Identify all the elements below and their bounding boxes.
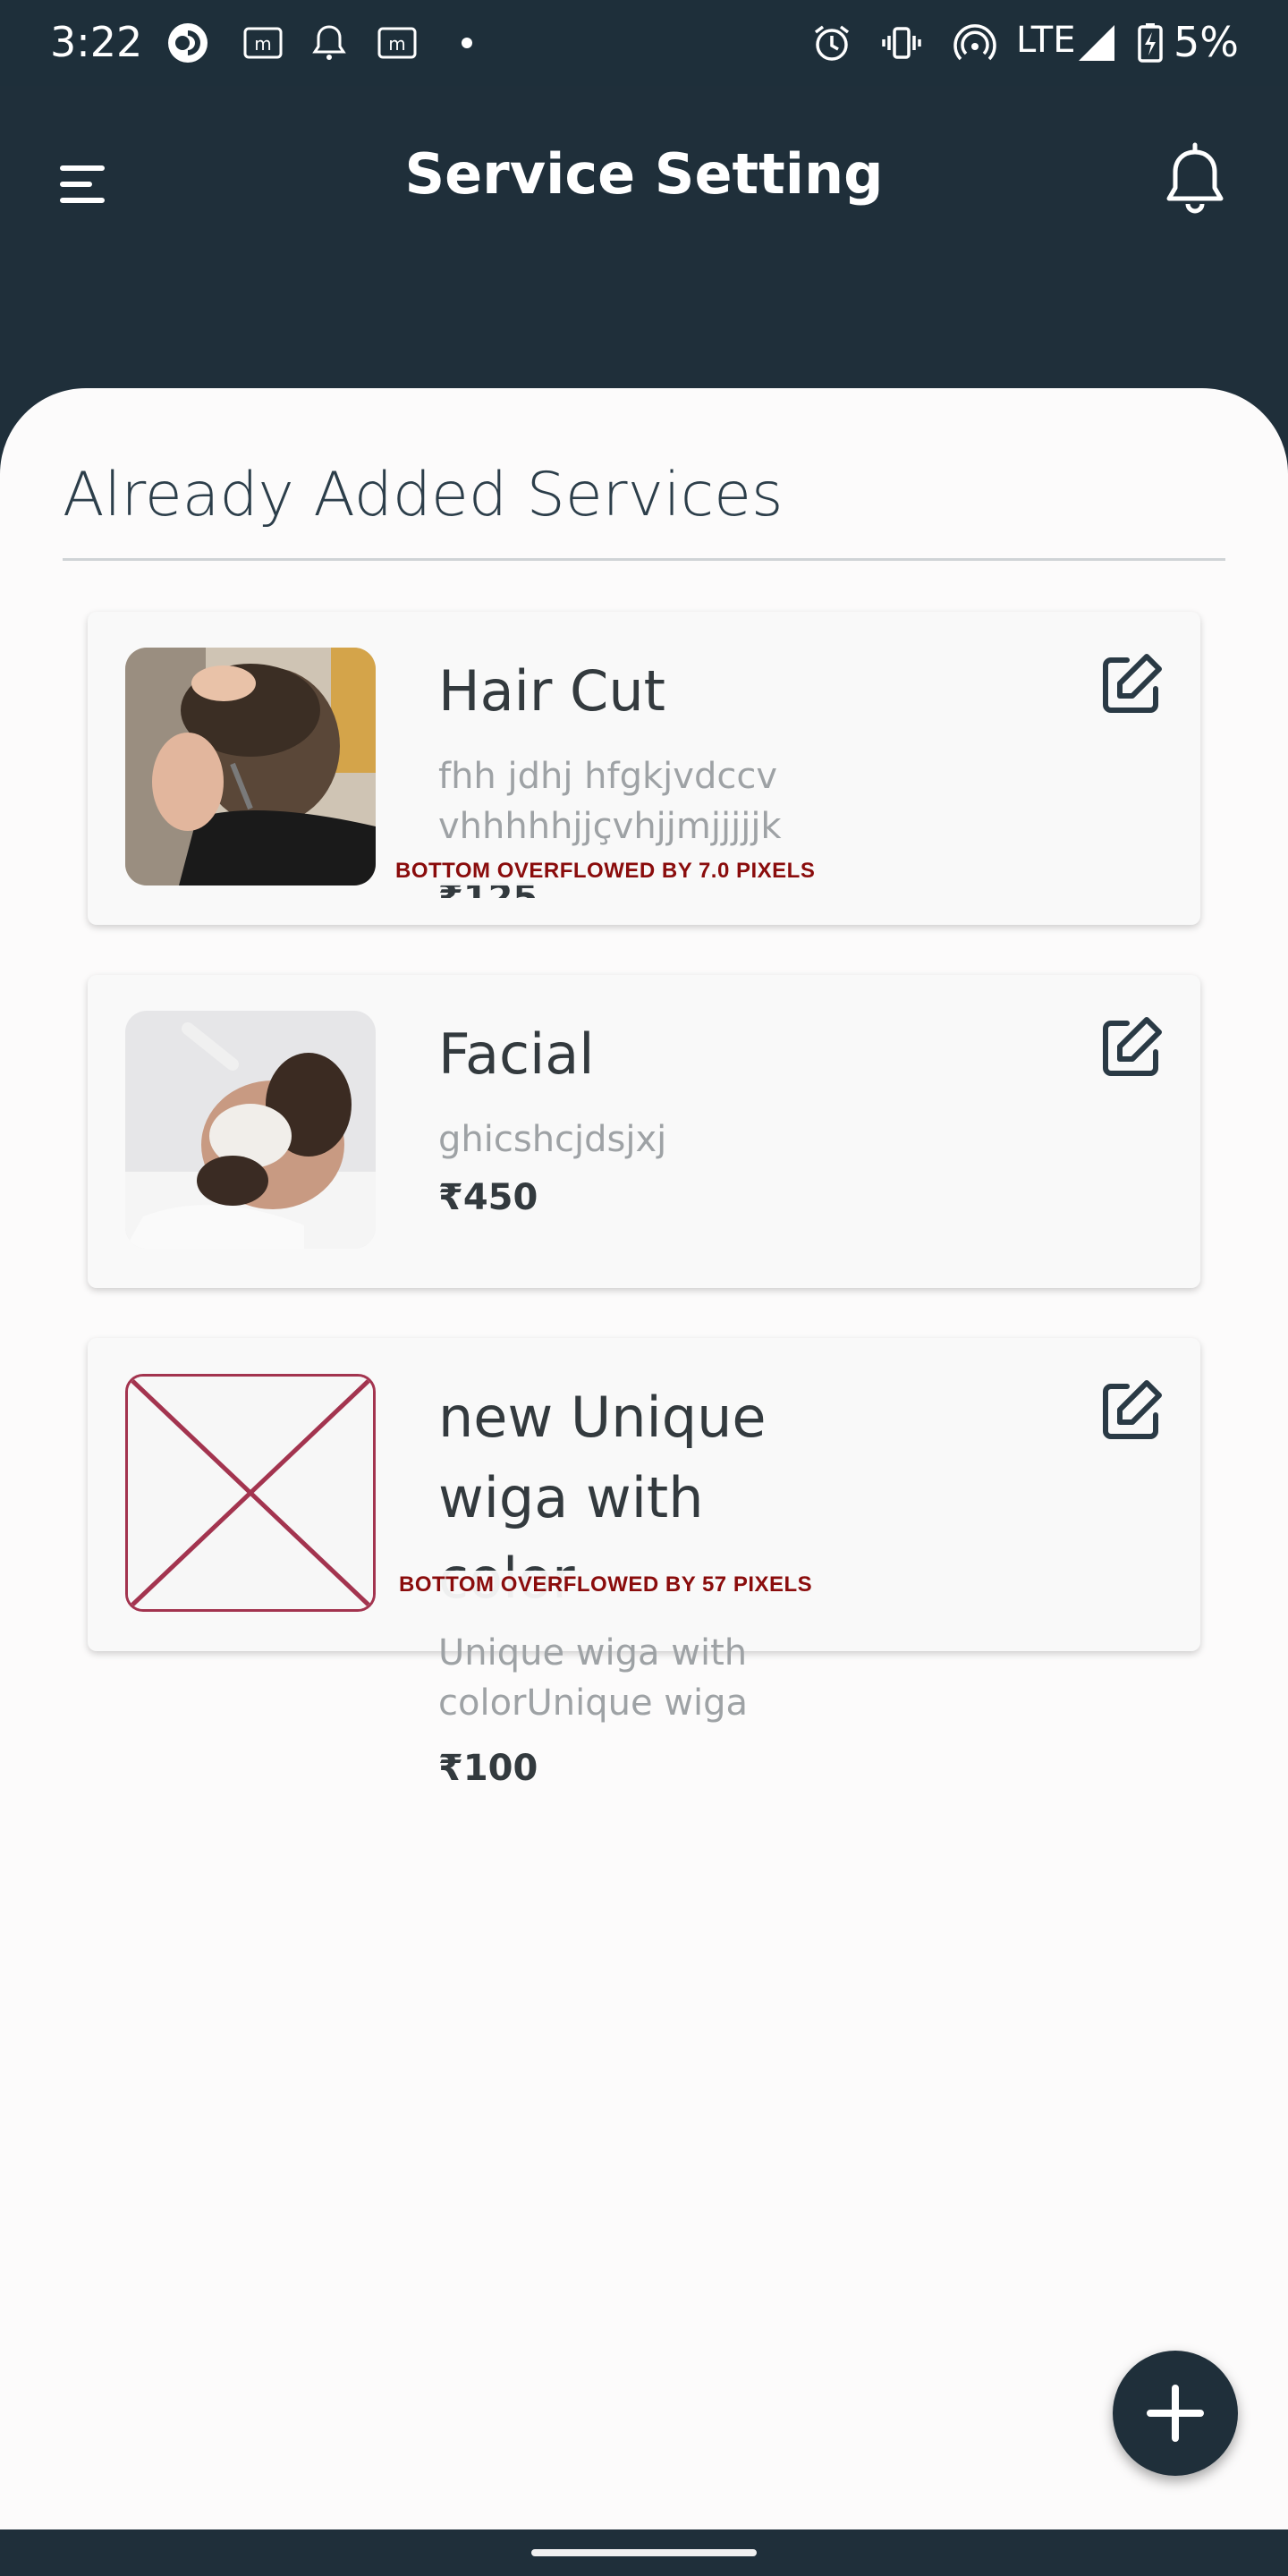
notifications-button[interactable] (1159, 141, 1231, 222)
network-type: LTE (1016, 20, 1076, 61)
add-service-button[interactable] (1113, 2351, 1238, 2476)
service-price: ₹100 (438, 1748, 538, 1789)
battery-percentage: 5% (1174, 18, 1239, 66)
meesho-icon: m (377, 27, 417, 59)
app-bar: Service Setting (0, 86, 1288, 390)
dot-icon (462, 38, 472, 48)
service-name: Hair Cut (438, 658, 665, 724)
plus-icon (1147, 2385, 1204, 2442)
signal-icon (1079, 25, 1114, 61)
service-card[interactable]: Facial ghicshcjdsjxj ₹450 (88, 975, 1200, 1288)
page-title: Service Setting (404, 141, 884, 207)
svg-text:m: m (388, 33, 405, 55)
facial-photo (125, 1011, 376, 1249)
service-description: fhh jdhj hfgkjvdccv vhhhhhjjçvhjjmjjjjjk (438, 756, 782, 847)
service-name: Facial (438, 1021, 595, 1087)
haircut-photo (125, 648, 376, 886)
service-card[interactable]: new Unique wiga with color BOTTOM OVERFL… (88, 1338, 1200, 1651)
edit-icon (1103, 654, 1162, 713)
overflow-warning: BOTTOM OVERFLOWED BY 57 PIXELS (395, 1571, 817, 1599)
system-nav-bar (0, 2529, 1288, 2576)
edit-button[interactable] (1098, 1014, 1165, 1080)
service-card[interactable]: Hair Cut fhh jdhj hfgkjvdccv vhhhhhjjçvh… (88, 612, 1200, 925)
bell-icon (1166, 142, 1224, 214)
svg-text:m: m (254, 33, 271, 55)
edit-icon (1103, 1380, 1162, 1439)
overflow-warning: BOTTOM OVERFLOWED BY 7.0 PIXELS (392, 857, 819, 886)
content-sheet: Already Added Services Hair Cut fhh jdhj… (0, 388, 1288, 2529)
vibrate-icon (882, 27, 921, 59)
status-time: 3:22 (50, 18, 143, 66)
edit-button[interactable] (1098, 651, 1165, 717)
home-handle[interactable] (531, 2549, 757, 2556)
broken-image-placeholder (125, 1374, 376, 1612)
divider (63, 558, 1225, 561)
service-description: ghicshcjdsjxj (438, 1119, 667, 1160)
hotspot-icon (953, 24, 996, 61)
pocket-casts-icon (168, 23, 208, 63)
service-description: Unique wiga with colorUnique wiga (438, 1632, 749, 1724)
service-price: ₹450 (438, 1177, 538, 1218)
status-bar: 3:22 m m LTE 5% (0, 0, 1288, 86)
edit-button[interactable] (1098, 1377, 1165, 1444)
battery-charging-icon (1138, 23, 1163, 63)
section-title: Already Added Services (63, 460, 784, 530)
meesho-icon: m (243, 27, 283, 59)
alarm-icon (814, 25, 850, 61)
notification-bell-icon (312, 25, 346, 60)
edit-icon (1103, 1017, 1162, 1076)
